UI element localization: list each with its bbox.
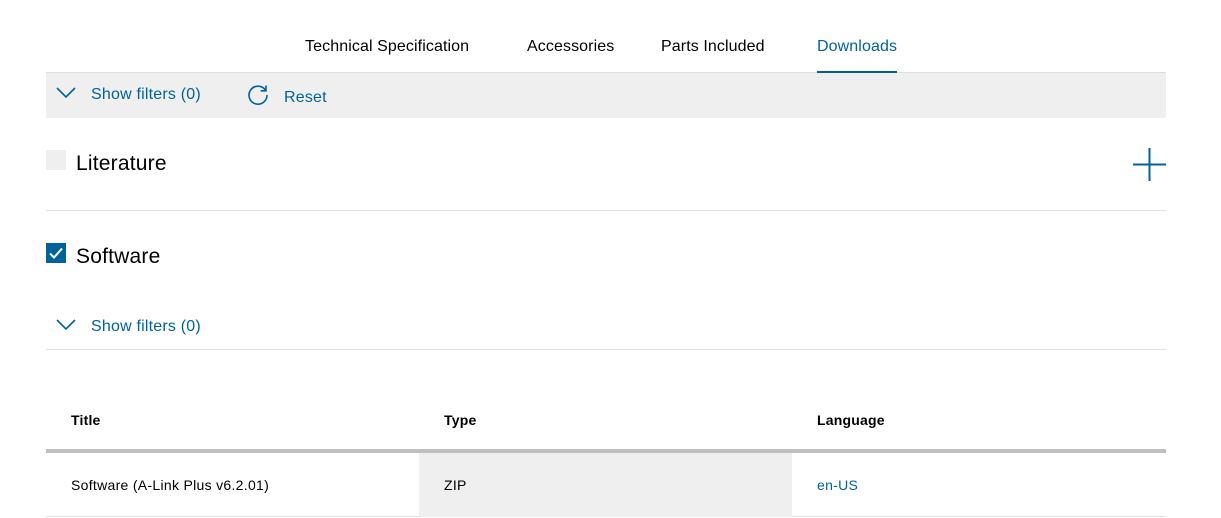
software-show-filters-button[interactable]: Show filters (0) [56, 318, 201, 336]
chevron-down-icon [56, 86, 76, 104]
tab-downloads[interactable]: Downloads [817, 38, 898, 73]
reset-button[interactable]: Reset [246, 83, 327, 112]
literature-section: Literature [46, 148, 1166, 190]
section-divider [46, 210, 1166, 211]
section-divider [46, 349, 1166, 350]
language-link[interactable]: en-US [817, 477, 858, 493]
column-header-type: Type [444, 412, 477, 428]
table-row: Software (A-Link Plus v6.2.01) ZIP en-US [46, 453, 1166, 517]
show-filters-button[interactable]: Show filters (0) [56, 86, 201, 104]
cell-type: ZIP [419, 453, 792, 517]
tab-bar: Technical Specification Accessories Part… [46, 0, 1166, 73]
tab-technical-specification[interactable]: Technical Specification [305, 38, 469, 56]
software-section: Software [46, 243, 1166, 283]
tab-downloads-label: Downloads [817, 38, 898, 55]
tab-parts-included[interactable]: Parts Included [661, 38, 765, 56]
checkmark-icon [46, 247, 66, 267]
table-header: Title Type Language [46, 398, 1166, 453]
chevron-down-icon [56, 318, 76, 336]
cell-title: Software (A-Link Plus v6.2.01) [46, 453, 419, 517]
column-header-title: Title [71, 412, 101, 428]
software-show-filters-label: Show filters (0) [91, 318, 201, 335]
reset-label: Reset [284, 88, 327, 106]
column-header-language: Language [817, 412, 885, 428]
show-filters-label: Show filters (0) [91, 86, 201, 103]
filter-bar: Show filters (0) Reset [46, 73, 1166, 118]
cell-type-text: ZIP [444, 477, 467, 493]
downloads-table: Title Type Language Software (A-Link Plu… [46, 398, 1166, 517]
literature-title: Literature [76, 152, 167, 175]
literature-checkbox[interactable] [46, 150, 66, 170]
plus-icon[interactable] [1133, 148, 1166, 181]
software-filter-row: Show filters (0) [46, 306, 1166, 349]
software-checkbox[interactable] [46, 243, 66, 263]
tab-accessories[interactable]: Accessories [527, 38, 614, 56]
reset-icon [246, 83, 270, 112]
software-title: Software [76, 245, 161, 268]
cell-title-text: Software (A-Link Plus v6.2.01) [71, 477, 270, 493]
cell-language: en-US [792, 453, 1166, 517]
